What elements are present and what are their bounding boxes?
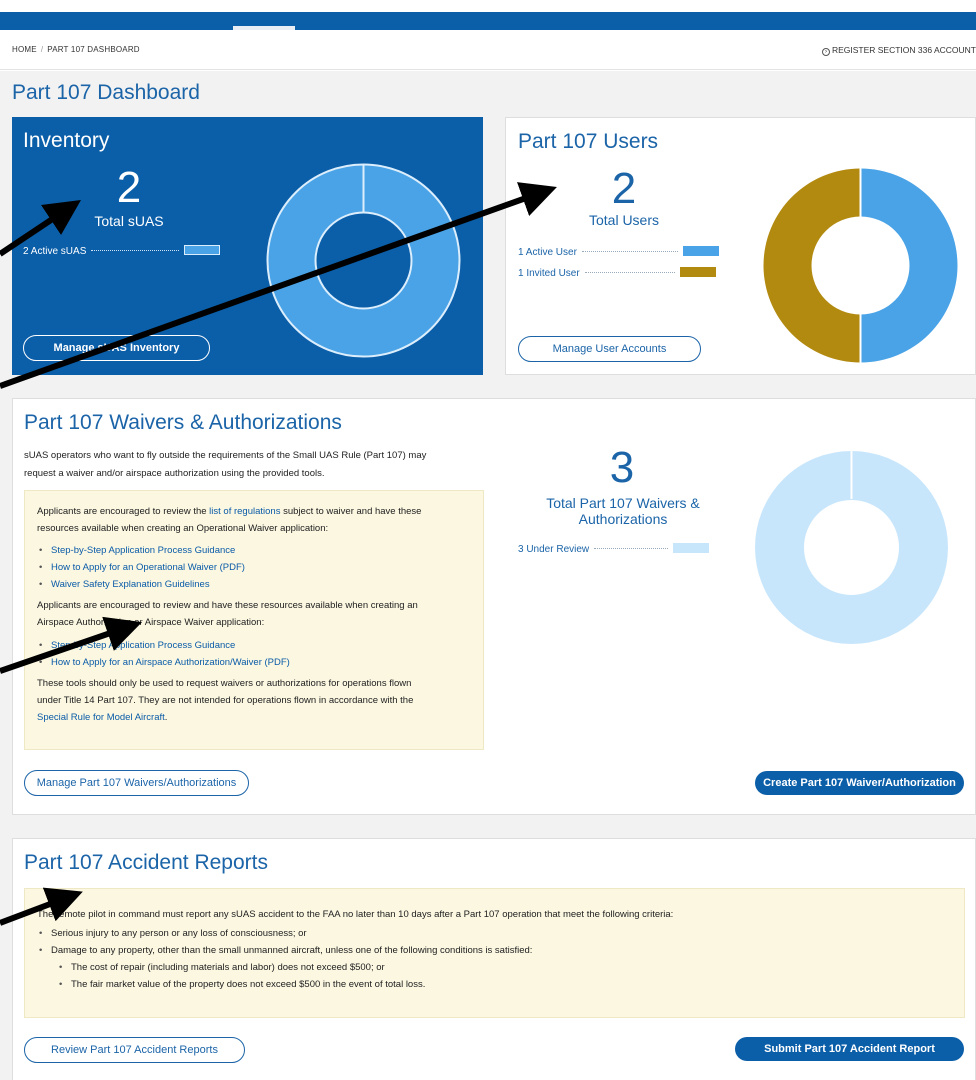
legend-label: 1 Invited User [518, 268, 580, 279]
breadcrumb: HOME / PART 107 DASHBOARD [12, 45, 140, 54]
airspace-resources-list: Step-by-Step Application Process Guidanc… [37, 637, 471, 671]
legend-swatch [673, 543, 710, 553]
breadcrumb-home-link[interactable]: HOME [12, 45, 37, 54]
inventory-donut-chart [266, 163, 461, 358]
waivers-intro-line-1: sUAS operators who want to fly outside t… [24, 450, 427, 461]
inventory-title: Inventory [23, 129, 110, 152]
criteria-item: Damage to any property, other than the s… [37, 942, 952, 959]
legend-active-suas: 2 Active sUAS [23, 245, 221, 257]
users-total-number: 2 [611, 164, 637, 213]
review-accident-reports-button[interactable]: Review Part 107 Accident Reports [24, 1037, 245, 1063]
breadcrumb-current: PART 107 DASHBOARD [47, 45, 140, 54]
manage-waivers-button[interactable]: Manage Part 107 Waivers/Authorizations [24, 770, 249, 796]
waivers-card: Part 107 Waivers & Authorizations sUAS o… [12, 398, 976, 815]
waivers-intro-line-2: request a waiver and/or airspace authori… [24, 468, 325, 479]
legend-active-user: 1 Active User [518, 246, 719, 258]
accident-criteria-note: The remote pilot in command must report … [24, 888, 965, 1018]
legend-invited-user: 1 Invited User [518, 267, 716, 279]
create-waiver-button[interactable]: Create Part 107 Waiver/Authorization [755, 771, 964, 795]
note-paragraph-1: Applicants are encouraged to review the … [37, 506, 422, 534]
special-rule-model-aircraft-link[interactable]: Special Rule for Model Aircraft [37, 712, 165, 723]
resource-link[interactable]: How to Apply for an Airspace Authorizati… [37, 654, 471, 671]
legend-swatch [184, 245, 221, 255]
users-donut-segment [860, 168, 958, 363]
criteria-subitem: The fair market value of the property do… [37, 976, 952, 993]
page-title: Part 107 Dashboard [12, 81, 200, 104]
criteria-item: Serious injury to any person or any loss… [37, 925, 952, 942]
waivers-title: Part 107 Waivers & Authorizations [24, 411, 342, 434]
resource-link[interactable]: Step-by-Step Application Process Guidanc… [37, 542, 471, 559]
waivers-total-label: Total Part 107 Waivers & Authorizations [546, 495, 700, 527]
manage-user-accounts-button[interactable]: Manage User Accounts [518, 336, 701, 362]
top-white-strip [0, 0, 976, 12]
submit-accident-report-button[interactable]: Submit Part 107 Accident Report [735, 1037, 964, 1061]
note-paragraph-2: Applicants are encouraged to review and … [37, 600, 418, 628]
register-link-label: REGISTER SECTION 336 ACCOUNT [831, 45, 976, 55]
note-paragraph-3: These tools should only be used to reque… [37, 678, 414, 723]
list-of-regulations-link[interactable]: list of regulations [209, 506, 280, 517]
legend-label: 3 Under Review [518, 544, 590, 555]
waivers-resources-note: Applicants are encouraged to review the … [24, 490, 484, 750]
waivers-intro: sUAS operators who want to fly outside t… [24, 447, 426, 483]
accident-reports-title: Part 107 Accident Reports [24, 851, 268, 874]
users-donut-chart [763, 168, 958, 363]
legend-swatch [682, 246, 719, 256]
legend-under-review: 3 Under Review [518, 543, 710, 555]
users-card: Part 107 Users 2 Total Users 1 Active Us… [505, 117, 976, 375]
criteria-subitem: The cost of repair (including materials … [37, 959, 952, 976]
resource-link[interactable]: Step-by-Step Application Process Guidanc… [37, 637, 471, 654]
resource-link[interactable]: Waiver Safety Explanation Guidelines [37, 576, 471, 593]
users-title: Part 107 Users [518, 130, 659, 153]
inventory-card: Inventory 2 Total sUAS 2 Active sUAS Man… [12, 117, 483, 375]
main-navigation-bar [0, 12, 976, 30]
resource-link[interactable]: How to Apply for an Operational Waiver (… [37, 559, 471, 576]
accident-reports-card: Part 107 Accident Reports The remote pil… [12, 838, 976, 1080]
register-section-336-link[interactable]: › REGISTER SECTION 336 ACCOUNT [821, 45, 976, 56]
waivers-total-number: 3 [609, 443, 635, 492]
breadcrumb-separator: / [40, 45, 44, 54]
circle-arrow-icon: › [821, 48, 830, 56]
users-total-label: Total Users [588, 212, 660, 228]
legend-label: 2 Active sUAS [23, 246, 87, 257]
users-donut-segment [763, 168, 861, 363]
accident-intro: The remote pilot in command must report … [37, 909, 674, 920]
manage-suas-inventory-button[interactable]: Manage sUAS Inventory [23, 335, 210, 361]
inventory-total-number: 2 [116, 163, 142, 212]
legend-label: 1 Active User [518, 247, 577, 258]
inventory-total-label: Total sUAS [94, 213, 164, 229]
waivers-donut-chart [755, 450, 948, 644]
accident-criteria-list: Serious injury to any person or any loss… [37, 925, 952, 993]
legend-swatch [679, 267, 716, 277]
operational-waiver-resources-list: Step-by-Step Application Process Guidanc… [37, 542, 471, 593]
